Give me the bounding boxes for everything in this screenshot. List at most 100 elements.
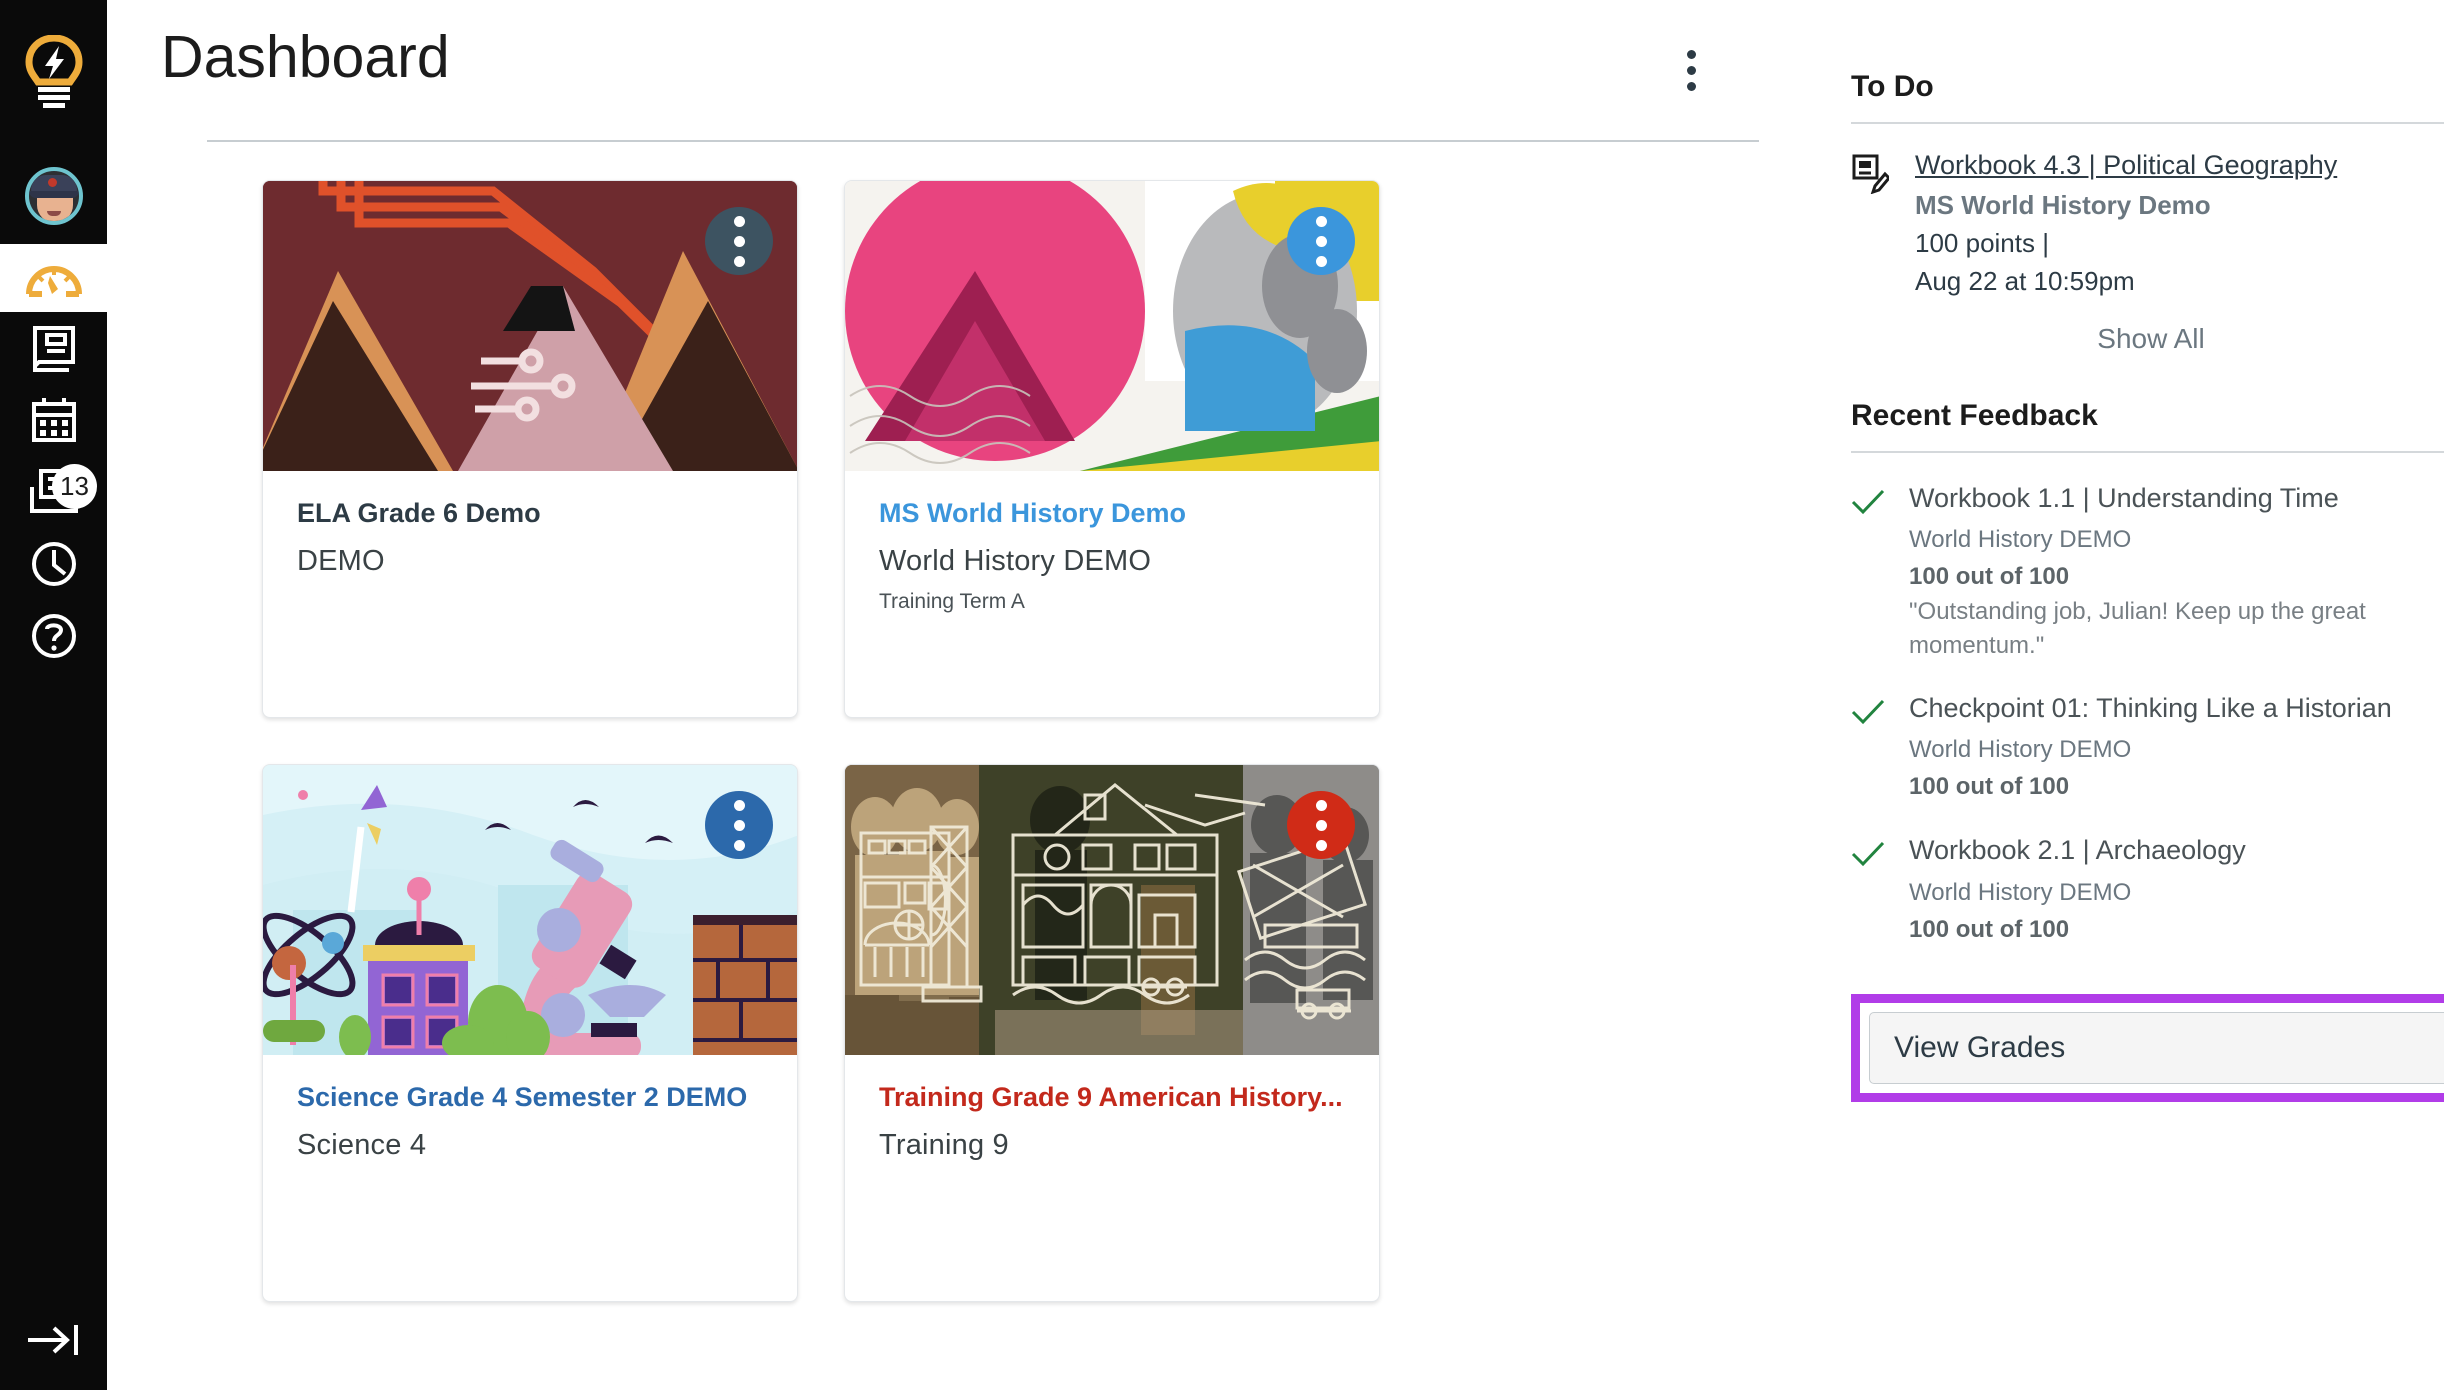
- kebab-dot: [733, 799, 745, 811]
- global-navigation: 13: [0, 0, 107, 1390]
- course-card-body: MS World History Demo World History DEMO…: [845, 471, 1379, 614]
- feedback-item-score: 100 out of 100: [1909, 563, 2070, 591]
- avatar-cap-logo: [47, 178, 57, 187]
- kebab-dot: [1315, 819, 1327, 831]
- calendar-icon: [31, 398, 76, 442]
- kebab-dot: [733, 235, 745, 247]
- course-card-options-button[interactable]: [1287, 791, 1355, 859]
- feedback-list-item: Checkpoint 01: Thinking Like a Historian…: [1851, 663, 2444, 806]
- feedback-item-icon-wrap: [1851, 479, 1909, 663]
- todo-show-all-link[interactable]: Show All: [1851, 301, 2444, 399]
- course-card-term: Training Term A: [879, 589, 1025, 613]
- todo-list-item: Workbook 4.3 | Political Geography MS Wo…: [1851, 124, 2444, 301]
- view-grades-button[interactable]: View Grades: [1869, 1012, 2444, 1085]
- kebab-dot: [1686, 49, 1696, 59]
- todo-item-text: Workbook 4.3 | Political Geography MS Wo…: [1915, 146, 2443, 301]
- course-card-options-button[interactable]: [705, 207, 773, 275]
- course-card-body: ELA Grade 6 Demo DEMO: [263, 471, 797, 590]
- page-title: Dashboard: [161, 24, 450, 90]
- course-card-image: [845, 765, 1379, 1055]
- canvas-dashboard-app: 13 Dashboard ELA Grade 6 Demo DEMO MS Wo…: [0, 0, 2444, 1390]
- todo-item-course: MS World History Demo: [1915, 190, 2211, 221]
- feedback-item-comment: "Outstanding job, Julian! Keep up the gr…: [1909, 598, 2366, 660]
- course-card-title[interactable]: Science Grade 4 Semester 2 DEMO: [297, 1082, 747, 1112]
- arrow-to-line-right-icon: [27, 1325, 78, 1355]
- check-icon: [1851, 842, 1885, 867]
- kebab-dot: [1315, 799, 1327, 811]
- sidebar-item-dashboard[interactable]: [0, 244, 107, 312]
- course-card[interactable]: ELA Grade 6 Demo DEMO: [262, 180, 798, 718]
- feedback-item-title[interactable]: Checkpoint 01: Thinking Like a Historian: [1909, 693, 2392, 723]
- feedback-item-text: Workbook 1.1 | Understanding Time World …: [1909, 479, 2444, 663]
- course-card-options-button[interactable]: [1287, 207, 1355, 275]
- feedback-item-icon-wrap: [1851, 689, 1909, 806]
- kebab-dot: [733, 255, 745, 267]
- assignment-edit-icon: [1852, 154, 1892, 195]
- kebab-dot: [1315, 215, 1327, 227]
- dashboard-gauge-icon: [25, 266, 82, 297]
- book-icon: [32, 326, 75, 372]
- feedback-item-text: Checkpoint 01: Thinking Like a Historian…: [1909, 689, 2444, 806]
- dashboard-header: Dashboard: [107, 0, 1805, 140]
- kebab-dot: [1686, 65, 1696, 75]
- course-card[interactable]: Training Grade 9 American History... Tra…: [844, 764, 1380, 1302]
- account-avatar-button[interactable]: [0, 148, 107, 244]
- avatar-cap-brim: [28, 191, 79, 198]
- dashboard-sidebar: To Do Workbook 4.3 | Political Geography…: [1805, 0, 2444, 1390]
- feedback-list-item: Workbook 2.1 | Archaeology World History…: [1851, 805, 2444, 948]
- sidebar-item-help[interactable]: [0, 600, 107, 672]
- feedback-item-course: World History DEMO: [1909, 878, 2132, 906]
- sidebar-item-courses[interactable]: [0, 312, 107, 384]
- feedback-item-course: World History DEMO: [1909, 735, 2132, 763]
- avatar-mouth: [46, 211, 61, 216]
- course-card-subtitle: World History DEMO: [879, 544, 1152, 577]
- institution-logo[interactable]: [0, 0, 107, 148]
- sidebar-item-history[interactable]: [0, 528, 107, 600]
- course-card-title[interactable]: MS World History Demo: [879, 498, 1186, 528]
- course-card[interactable]: MS World History Demo World History DEMO…: [844, 180, 1380, 718]
- kebab-dot: [1686, 81, 1696, 91]
- course-card-body: Training Grade 9 American History... Tra…: [845, 1055, 1379, 1174]
- feedback-item-icon-wrap: [1851, 831, 1909, 948]
- kebab-dot: [733, 819, 745, 831]
- kebab-dot: [733, 839, 745, 851]
- course-card-subtitle: DEMO: [297, 544, 385, 577]
- feedback-list-item: Workbook 1.1 | Understanding Time World …: [1851, 453, 2444, 663]
- feedback-item-title[interactable]: Workbook 2.1 | Archaeology: [1909, 835, 2246, 865]
- todo-item-due-date: Aug 22 at 10:59pm: [1915, 266, 2135, 297]
- todo-item-icon-wrap: [1851, 146, 1915, 301]
- todo-item-points: 100 points |: [1915, 228, 2049, 259]
- clock-icon: [31, 542, 76, 586]
- feedback-item-score: 100 out of 100: [1909, 916, 2070, 944]
- avatar: [24, 167, 83, 225]
- avatar-face: [36, 195, 73, 221]
- dashboard-options-button[interactable]: [1663, 42, 1719, 98]
- sidebar-item-calendar[interactable]: [0, 384, 107, 456]
- question-circle-icon: [31, 614, 76, 658]
- feedback-item-score: 100 out of 100: [1909, 773, 2070, 801]
- kebab-dot: [733, 215, 745, 227]
- kebab-dot: [1315, 255, 1327, 267]
- course-card-options-button[interactable]: [705, 791, 773, 859]
- course-card-image: [263, 765, 797, 1055]
- course-card-image: [845, 181, 1379, 471]
- todo-item-link[interactable]: Workbook 4.3 | Political Geography: [1915, 146, 2421, 184]
- kebab-dot: [1315, 839, 1327, 851]
- view-grades-highlight: View Grades: [1851, 994, 2444, 1103]
- course-card-subtitle: Science 4: [297, 1128, 427, 1161]
- dashboard-content: Dashboard ELA Grade 6 Demo DEMO MS World…: [107, 0, 1805, 1390]
- course-card-title[interactable]: Training Grade 9 American History...: [879, 1082, 1343, 1112]
- kebab-dot: [1315, 235, 1327, 247]
- feedback-item-text: Workbook 2.1 | Archaeology World History…: [1909, 831, 2444, 948]
- check-icon: [1851, 699, 1885, 724]
- course-card-body: Science Grade 4 Semester 2 DEMO Science …: [263, 1055, 797, 1174]
- lightbulb-lightning-icon: [24, 35, 83, 108]
- feedback-item-title[interactable]: Workbook 1.1 | Understanding Time: [1909, 483, 2339, 513]
- sidebar-item-inbox[interactable]: 13: [0, 456, 107, 528]
- course-card-subtitle: Training 9: [879, 1128, 1009, 1161]
- course-card[interactable]: Science Grade 4 Semester 2 DEMO Science …: [262, 764, 798, 1302]
- collapse-nav-button[interactable]: [0, 1290, 107, 1390]
- course-card-image: [263, 181, 797, 471]
- course-card-grid: ELA Grade 6 Demo DEMO MS World History D…: [107, 142, 1805, 1302]
- course-card-title[interactable]: ELA Grade 6 Demo: [297, 498, 541, 528]
